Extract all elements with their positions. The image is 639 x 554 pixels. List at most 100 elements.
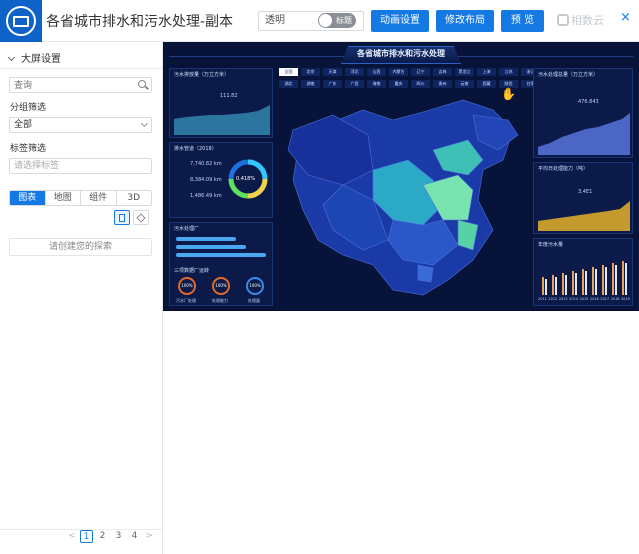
next-page-button[interactable]: >: [144, 531, 154, 541]
province-chip[interactable]: 山西: [367, 68, 386, 76]
app-logo[interactable]: [0, 0, 42, 42]
tab-3d[interactable]: 3D: [117, 191, 152, 205]
brand-name: 相数云: [571, 14, 604, 27]
area-chart: [538, 201, 630, 231]
toggle-text: 标题: [336, 16, 352, 25]
year-label: 2015: [579, 297, 589, 301]
stat-3: 1,486.49 km: [190, 193, 222, 199]
province-chip[interactable]: 上海: [477, 68, 496, 76]
screen-icon: [6, 6, 36, 36]
province-chip[interactable]: 天津: [323, 68, 342, 76]
group-filter-value: 全部: [14, 120, 33, 130]
page-button-4[interactable]: 4: [128, 530, 141, 543]
gauge: 100%: [246, 277, 264, 295]
panel-yearly-chart[interactable]: 年度污水量 2011201220132014201520162017: [533, 238, 633, 306]
province-chip[interactable]: 贵州: [433, 80, 452, 88]
file-icon: [119, 214, 125, 222]
province-chip[interactable]: 江苏: [499, 68, 518, 76]
page-title: 各省城市排水和污水处理-副本: [46, 14, 234, 30]
group-filter-select[interactable]: 全部: [9, 117, 152, 133]
component-tabs: 图表 地图 组件 3D: [9, 190, 152, 206]
animation-settings-button[interactable]: 动画设置: [371, 10, 429, 32]
panel-drainage-volume[interactable]: 污水排放量（万立方米） 111.82: [169, 68, 273, 138]
year-label: 2018: [610, 297, 620, 301]
close-icon[interactable]: ×: [620, 10, 631, 25]
tag-filter-label: 标签筛选: [10, 144, 47, 154]
gauge: 100%: [178, 277, 196, 295]
tab-maps[interactable]: 地图: [46, 191, 81, 205]
page-button-2[interactable]: 2: [96, 530, 109, 543]
panel-title: 排水管道（2018）: [174, 146, 217, 152]
stat-2: 8,384.09 km: [190, 177, 222, 183]
panel-title: 污水排放量（万立方米）: [174, 72, 230, 78]
province-chip[interactable]: 海南: [367, 80, 386, 88]
year-label: 2019: [621, 297, 630, 301]
treatment-value: 476.843: [578, 99, 599, 105]
brand-logo: 相数云: [557, 12, 604, 28]
gauge: 100%: [212, 277, 230, 295]
screen-settings-title: 大屏设置: [21, 54, 61, 65]
year-axis: 2011 2012 2013 2014 2015 2016 2017 2018 2019: [538, 297, 630, 301]
province-chip[interactable]: 吉林: [433, 68, 452, 76]
province-chip[interactable]: 广东: [323, 80, 342, 88]
panel-title: 平均日处理能力（吨）: [538, 166, 589, 172]
editor-canvas[interactable]: 各省城市排水和污水处理 污水排放量（万立方米） 111.82 排水管道（2018…: [163, 42, 639, 554]
screen-settings-header[interactable]: 大屏设置: [7, 50, 61, 65]
search-icon[interactable]: [138, 80, 146, 88]
province-chip[interactable]: 内蒙古: [389, 68, 408, 76]
year-label: 2016: [589, 297, 599, 301]
dashboard-title: 各省城市排水和污水处理: [357, 49, 445, 58]
area-chart: [538, 113, 630, 155]
file-view-button[interactable]: [114, 210, 130, 225]
create-explore-button[interactable]: 请创建您的探索: [9, 238, 152, 256]
province-chip[interactable]: 重庆: [389, 80, 408, 88]
china-map[interactable]: [273, 90, 529, 306]
sidebar: 大屏设置 分组筛选 全部 标签筛选 请选择标签 图表 地图 组件 3D 请创建您…: [0, 42, 163, 554]
province-chip[interactable]: 湖北: [279, 80, 298, 88]
hand-cursor-icon: ✋: [501, 87, 516, 101]
chevron-down-icon: [140, 119, 149, 128]
search-input[interactable]: [9, 77, 152, 93]
prev-page-button[interactable]: <: [67, 531, 77, 541]
year-label: 2011: [538, 297, 547, 301]
bar-chart: [542, 261, 627, 295]
stat-1: 7,740.82 km: [190, 161, 222, 167]
panel-title: 年度污水量: [538, 242, 564, 248]
tag-filter-input[interactable]: 请选择标签: [9, 158, 152, 174]
ring-value: 0.418%: [236, 176, 256, 182]
province-chip[interactable]: 黑龙江: [455, 68, 474, 76]
layer-view-button[interactable]: [133, 210, 149, 225]
province-chip[interactable]: 广西: [345, 80, 364, 88]
tab-charts[interactable]: 图表: [10, 191, 46, 205]
dashboard-preview[interactable]: 各省城市排水和污水处理 污水排放量（万立方米） 111.82 排水管道（2018…: [163, 42, 639, 311]
tab-widgets[interactable]: 组件: [81, 191, 117, 205]
panel-title: 污水处理总量（万立方米）: [538, 72, 599, 78]
panel-drainage-pipe[interactable]: 排水管道（2018） 7,740.82 km 8,384.09 km 1,486…: [169, 142, 273, 218]
province-chip[interactable]: 全国: [279, 68, 298, 76]
province-chip[interactable]: 西藏: [477, 80, 496, 88]
edit-layout-button[interactable]: 修改布局: [436, 10, 494, 32]
province-chip[interactable]: 北京: [301, 68, 320, 76]
toggle-knob: [319, 14, 332, 27]
panel-treatment-plants[interactable]: 污水处理厂 三项数据厂运转 100% 100% 100% 污水厂处理 处理能力 …: [169, 222, 273, 306]
layers-icon: [136, 213, 146, 223]
title-toggle[interactable]: 标题: [318, 13, 356, 28]
province-chip[interactable]: 湖南: [301, 80, 320, 88]
plant-ops-title: 三项数据厂运转: [174, 268, 210, 274]
area-chart: [174, 105, 270, 135]
province-chip[interactable]: 河北: [345, 68, 364, 76]
page-button-3[interactable]: 3: [112, 530, 125, 543]
province-chip[interactable]: 辽宁: [411, 68, 430, 76]
hbar: [176, 237, 236, 241]
preview-button[interactable]: 预 览: [501, 10, 544, 32]
panel-daily-capacity[interactable]: 平均日处理能力（吨） 3.4E1: [533, 162, 633, 234]
gauge-label: 处理量: [248, 298, 260, 303]
year-label: 2013: [558, 297, 568, 301]
province-chip[interactable]: 四川: [411, 80, 430, 88]
province-row-1: 全国 北京 天津 河北 山西 内蒙古 辽宁 吉林 黑龙江 上海 江苏 浙江: [279, 68, 540, 76]
brand-icon: [557, 14, 569, 26]
province-chip[interactable]: 云南: [455, 80, 474, 88]
page-button-1[interactable]: 1: [80, 529, 93, 543]
panel-treatment-volume[interactable]: 污水处理总量（万立方米） 476.843: [533, 68, 633, 158]
hbar: [176, 253, 266, 257]
